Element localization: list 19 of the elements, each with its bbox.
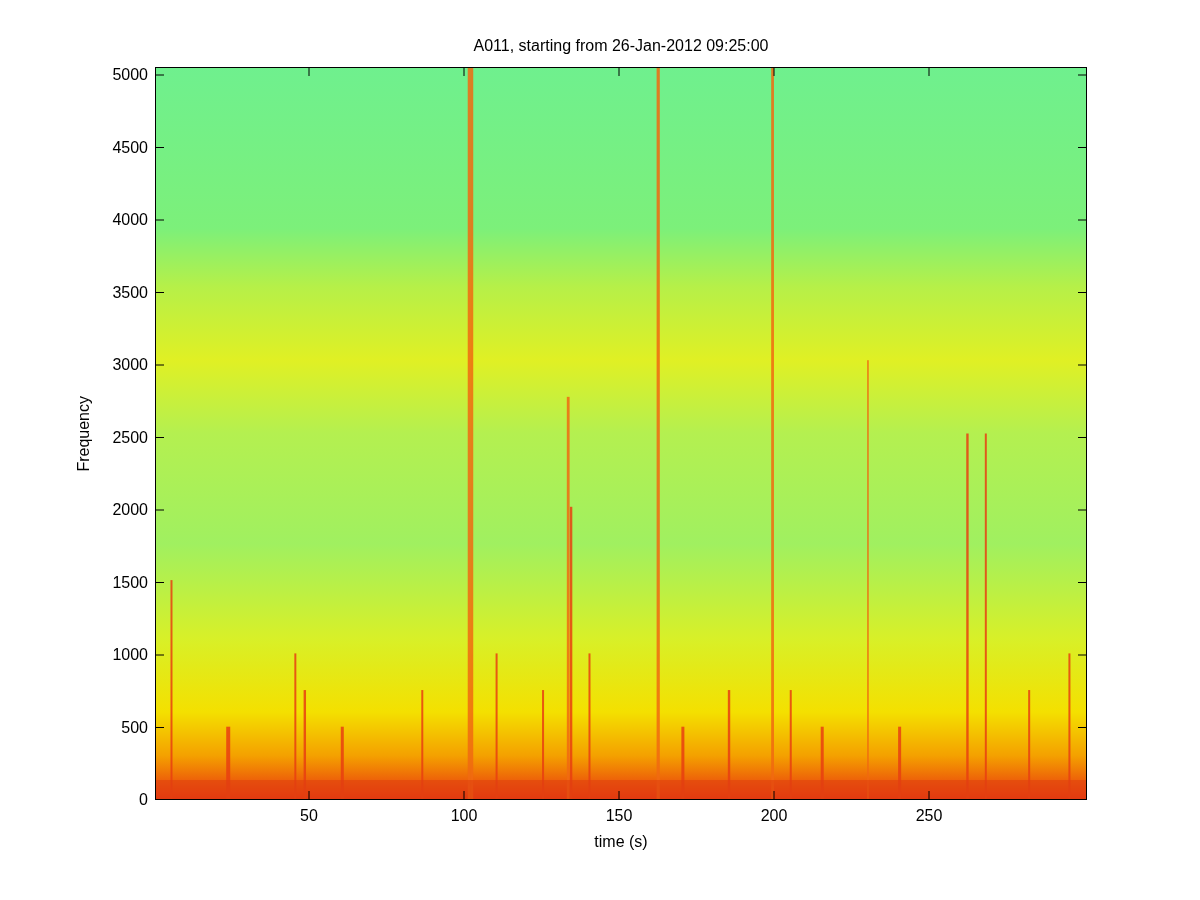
plot-title: A011, starting from 26-Jan-2012 09:25:00 (473, 37, 769, 55)
y-axis-label: Frequency (75, 395, 93, 472)
y-tick-label: 2000 (112, 501, 148, 519)
y-tick-label: 5000 (112, 66, 148, 84)
y-tick-label: 2500 (112, 428, 148, 447)
x-tick-label: 250 (915, 807, 943, 825)
y-tick-label: 500 (121, 718, 148, 737)
y-tick-label: 1500 (112, 573, 148, 592)
x-tick-label: 50 (300, 807, 318, 825)
y-tick-label: 3000 (112, 356, 148, 374)
y-tick-label: 3500 (112, 283, 148, 302)
y-tick-label: 0 (139, 791, 148, 809)
x-tick-label: 100 (450, 807, 478, 825)
x-axis-label: time (s) (594, 833, 648, 851)
y-tick-label: 4000 (112, 211, 148, 229)
x-tick-label: 150 (605, 807, 633, 825)
y-tick-label: 4500 (112, 138, 148, 157)
y-tick-label: 1000 (112, 646, 148, 664)
x-tick-label: 200 (760, 807, 788, 825)
